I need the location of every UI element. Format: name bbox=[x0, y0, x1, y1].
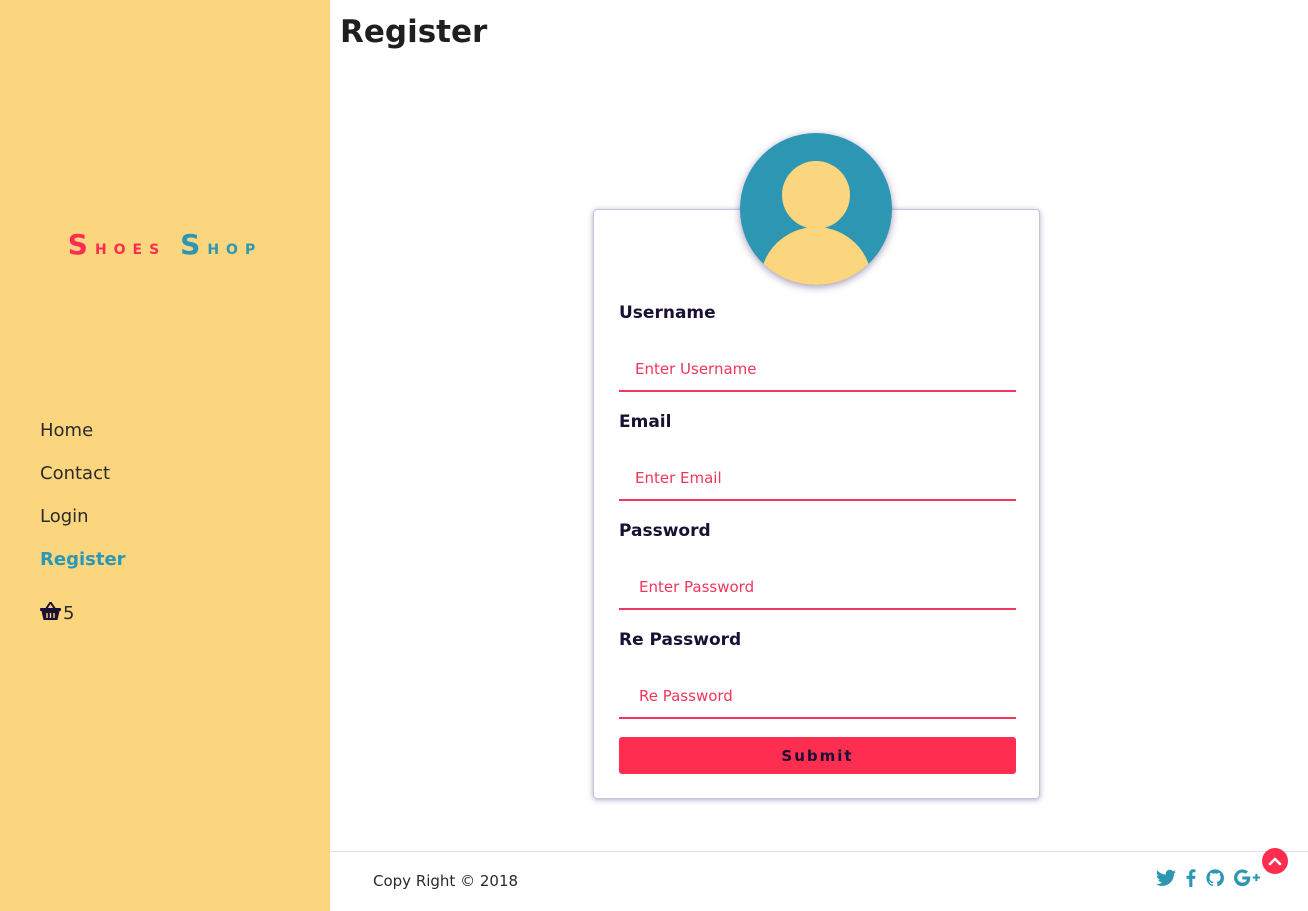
nav-item-contact[interactable]: Contact bbox=[40, 463, 126, 506]
repassword-input[interactable] bbox=[619, 675, 1016, 719]
brand-initial-1: S bbox=[67, 228, 95, 261]
brand-logo[interactable]: Shoes Shop bbox=[0, 228, 330, 261]
password-input[interactable] bbox=[619, 566, 1016, 610]
nav-item-cart[interactable]: 5 bbox=[40, 592, 126, 635]
brand-initial-2: S bbox=[180, 228, 208, 261]
back-to-top-button[interactable] bbox=[1262, 848, 1288, 874]
register-form: Username Email Password Re Password Subm… bbox=[593, 209, 1040, 799]
submit-button[interactable]: Submit bbox=[619, 737, 1016, 774]
cart-count: 5 bbox=[63, 603, 75, 624]
github-icon[interactable] bbox=[1206, 869, 1224, 887]
username-label: Username bbox=[619, 303, 716, 323]
brand-word-1: hoes bbox=[94, 235, 167, 259]
user-avatar-icon bbox=[740, 133, 892, 285]
social-links bbox=[1156, 869, 1260, 887]
page-title: Register bbox=[340, 14, 488, 50]
nav-item-home[interactable]: Home bbox=[40, 420, 126, 463]
nav-item-register[interactable]: Register bbox=[40, 549, 126, 592]
nav-item-login[interactable]: Login bbox=[40, 506, 126, 549]
repassword-label: Re Password bbox=[619, 630, 742, 650]
copyright-text: Copy Right © 2018 bbox=[373, 872, 519, 890]
email-label: Email bbox=[619, 412, 672, 432]
brand-word-2: hop bbox=[207, 235, 263, 259]
email-input[interactable] bbox=[619, 457, 1016, 501]
footer: Copy Right © 2018 bbox=[330, 851, 1308, 911]
sidebar: Shoes Shop Home Contact Login Register 5 bbox=[0, 0, 330, 911]
password-label: Password bbox=[619, 521, 711, 541]
google-plus-icon[interactable] bbox=[1234, 869, 1260, 887]
facebook-icon[interactable] bbox=[1186, 869, 1196, 887]
main-nav: Home Contact Login Register 5 bbox=[40, 420, 126, 635]
username-input[interactable] bbox=[619, 348, 1016, 392]
chevron-up-icon bbox=[1268, 856, 1282, 866]
basket-icon bbox=[40, 601, 61, 626]
twitter-icon[interactable] bbox=[1156, 869, 1176, 887]
